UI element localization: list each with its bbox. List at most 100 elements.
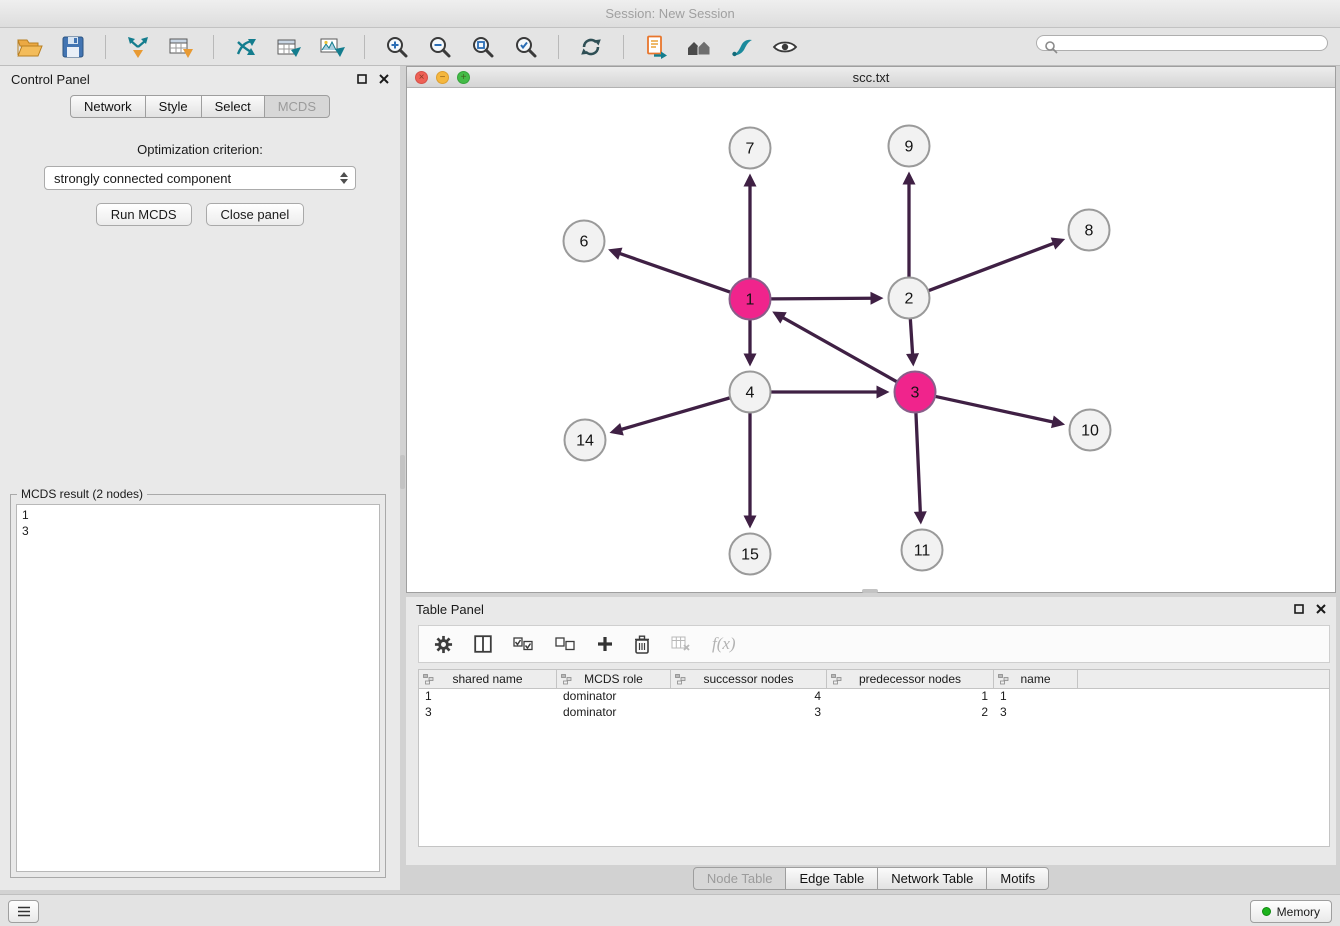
select-all-button[interactable] [513,637,534,651]
toolbar-separator [558,35,559,59]
window-splitter[interactable] [862,589,878,593]
edge-4-14[interactable] [622,398,729,429]
table-row[interactable]: 1dominator411 [419,689,1329,705]
optimization-select[interactable]: strongly connected component [44,166,356,190]
main-toolbar [0,28,1340,66]
sort-icon [423,674,434,688]
edge-3-1[interactable] [784,318,897,382]
column-header-name[interactable]: name [994,670,1078,688]
edge-2-8[interactable] [929,244,1053,291]
zoom-out-button[interactable] [422,32,458,62]
optimization-select-value: strongly connected component [54,171,231,186]
node-label-10: 10 [1081,423,1099,440]
edge-3-11[interactable] [916,413,920,511]
search-input[interactable] [1036,35,1328,51]
control-panel-tabs: NetworkStyleSelectMCDS [0,95,400,118]
apply-style-button[interactable] [724,32,760,62]
sort-icon [675,674,686,688]
float-panel-icon[interactable] [357,72,367,87]
sort-icon [831,674,842,688]
memory-button[interactable]: Memory [1250,900,1332,923]
zoom-in-button[interactable] [379,32,415,62]
tab-select[interactable]: Select [201,95,265,118]
delete-row-button[interactable] [634,635,650,654]
column-header-MCDS-role[interactable]: MCDS role [557,670,671,688]
table-cell: 1 [419,689,557,705]
tab-mcds[interactable]: MCDS [264,95,330,118]
node-label-4: 4 [746,385,755,402]
brush-icon [730,36,754,58]
tab-network[interactable]: Network [70,95,146,118]
table-cell: 1 [827,689,994,705]
table-cell: 1 [994,689,1078,705]
tab-node-table[interactable]: Node Table [693,867,787,890]
delete-table-button[interactable] [671,636,691,652]
mcds-result-item[interactable]: 3 [17,523,379,539]
home-icon [685,36,713,58]
import-table-icon [168,35,194,59]
export-network-button[interactable] [228,32,264,62]
import-style-button[interactable] [638,32,674,62]
deselect-all-button[interactable] [555,637,576,651]
checked-boxes-icon [513,637,534,651]
table-body: 1dominator4113dominator323 [419,689,1329,721]
export-image-button[interactable] [314,32,350,62]
export-table-button[interactable] [271,32,307,62]
window-titlebar: Session: New Session [0,0,1340,28]
panel-splitter[interactable] [400,455,405,489]
close-panel-button[interactable]: Close panel [206,203,305,226]
arrowhead-1-4 [744,354,757,367]
close-panel-icon[interactable] [379,72,389,87]
import-network-icon [125,35,151,59]
save-icon [62,36,84,58]
column-header-filler [1078,670,1329,688]
close-panel-icon[interactable] [1316,602,1326,617]
network-canvas[interactable]: 7968124314101511 [407,89,1335,593]
tab-motifs[interactable]: Motifs [986,867,1049,890]
edge-1-2[interactable] [771,298,870,299]
close-window-icon[interactable]: × [415,71,428,84]
add-row-button[interactable] [597,636,613,652]
tab-network-table[interactable]: Network Table [877,867,987,890]
export-network-icon [233,35,259,59]
table-row[interactable]: 3dominator323 [419,705,1329,721]
column-header-shared-name[interactable]: shared name [419,670,557,688]
zoom-window-icon[interactable]: + [457,71,470,84]
command-tool-button[interactable] [8,900,39,923]
sort-icon [561,674,572,688]
network-graph[interactable]: 7968124314101511 [407,89,1335,593]
edge-1-6[interactable] [620,254,729,292]
zoom-fit-button[interactable] [465,32,501,62]
edge-3-10[interactable] [936,397,1052,422]
mcds-result-item[interactable]: 1 [17,507,379,523]
show-details-button[interactable] [767,32,803,62]
float-panel-icon[interactable] [1294,602,1304,617]
edge-2-3[interactable] [910,319,912,353]
mcds-result-list[interactable]: 13 [16,504,380,872]
toolbar-separator [213,35,214,59]
table-settings-button[interactable] [434,635,453,654]
import-table-button[interactable] [163,32,199,62]
table-cell: dominator [557,705,671,721]
minimize-window-icon[interactable]: − [436,71,449,84]
run-mcds-button[interactable]: Run MCDS [96,203,192,226]
tab-edge-table[interactable]: Edge Table [785,867,878,890]
column-view-button[interactable] [474,635,492,653]
column-header-predecessor-nodes[interactable]: predecessor nodes [827,670,994,688]
function-builder-button[interactable]: f(x) [712,634,736,654]
table-cell: 4 [671,689,827,705]
network-window-titlebar[interactable]: × − + scc.txt [407,67,1335,88]
column-header-successor-nodes[interactable]: successor nodes [671,670,827,688]
save-session-button[interactable] [55,32,91,62]
sort-icon [998,674,1009,688]
open-session-button[interactable] [12,32,48,62]
node-label-14: 14 [576,433,594,450]
home-button[interactable] [681,32,717,62]
node-label-7: 7 [746,141,755,158]
unchecked-boxes-icon [555,637,576,651]
tab-style[interactable]: Style [145,95,202,118]
node-label-8: 8 [1085,223,1094,240]
import-network-button[interactable] [120,32,156,62]
refresh-button[interactable] [573,32,609,62]
zoom-selected-button[interactable] [508,32,544,62]
